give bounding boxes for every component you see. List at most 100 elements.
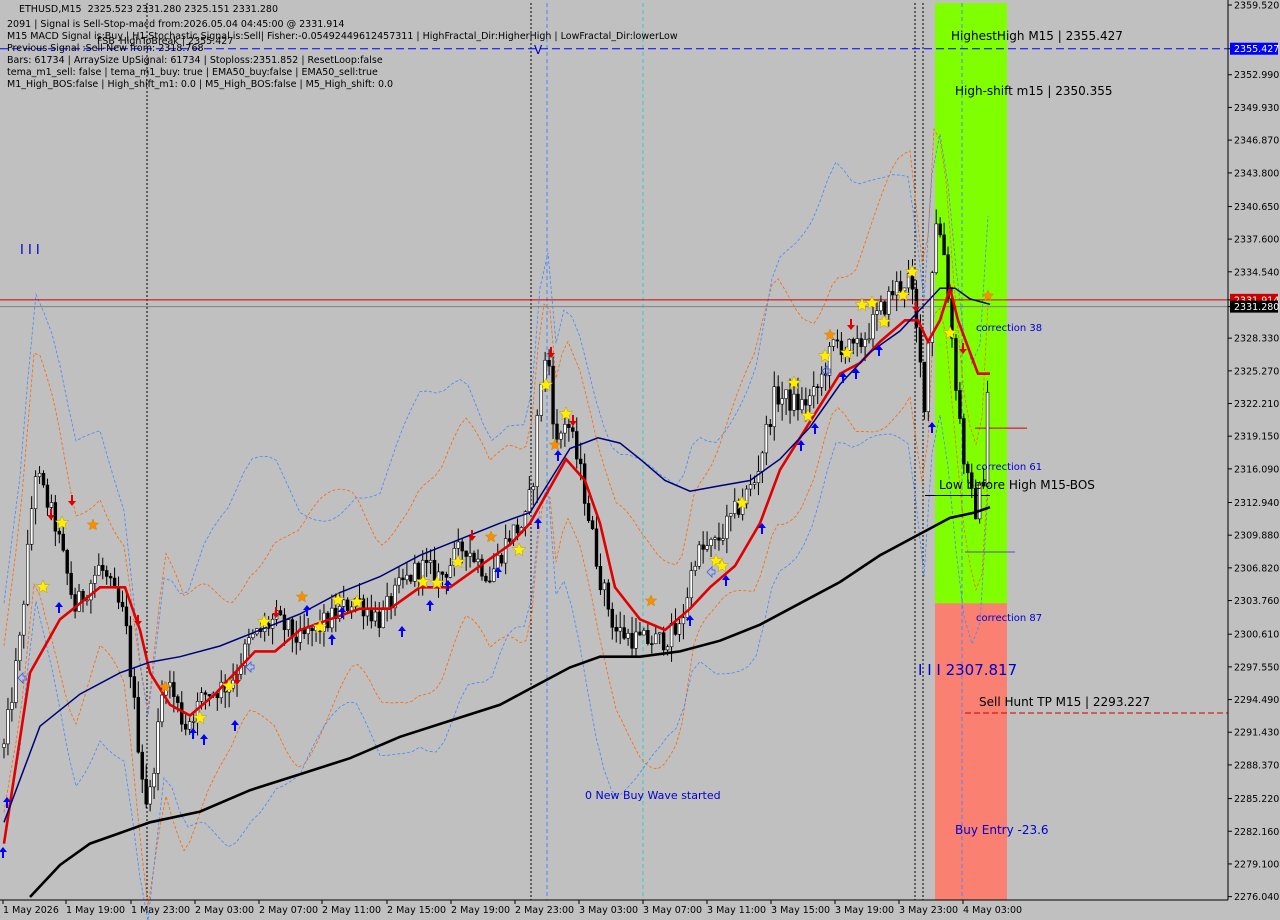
y-tick-label: 2343.800	[1234, 168, 1279, 179]
x-tick-label: 2 May 03:00	[195, 905, 254, 916]
v-mark: V	[534, 43, 543, 57]
candle-body	[871, 314, 875, 340]
candle-body	[480, 558, 484, 577]
candle-body	[598, 566, 603, 591]
x-tick-label: 4 May 03:00	[963, 905, 1022, 916]
candle-body	[373, 611, 377, 622]
correction-38-label: correction 38	[976, 323, 1042, 334]
candle-body	[472, 552, 476, 563]
mid-level-label: I I I 2307.817	[918, 661, 1017, 679]
candle-body	[492, 568, 496, 582]
x-tick-label: 3 May 07:00	[643, 905, 702, 916]
candle-body	[559, 432, 563, 440]
candle-body	[515, 524, 520, 534]
candle-body	[800, 399, 804, 411]
candle-body	[891, 291, 895, 296]
candle-body	[405, 574, 409, 581]
sell-hunt-label: Sell Hunt TP M15 | 2293.227	[979, 695, 1150, 709]
x-tick-label: 3 May 11:00	[707, 905, 766, 916]
y-tick-label: 2340.650	[1234, 202, 1279, 213]
candle-body	[547, 359, 551, 367]
candle-body	[488, 580, 492, 583]
x-tick-label: 2 May 11:00	[322, 905, 381, 916]
info-line-4: Bars: 61734 | ArraySize UpSignal: 61734 …	[7, 55, 383, 66]
x-tick-label: 1 May 23:00	[131, 905, 190, 916]
candle-body	[377, 611, 381, 628]
candle-body	[938, 223, 942, 236]
candle-body	[247, 637, 251, 645]
candle-body	[61, 533, 65, 551]
candle-body	[926, 342, 931, 412]
y-tick-label: 2303.760	[1234, 596, 1279, 607]
candle-body	[124, 606, 129, 627]
candle-body	[341, 599, 346, 607]
candle-body	[25, 543, 30, 605]
candle-body	[812, 386, 816, 397]
candle-body	[440, 571, 445, 575]
info-line-1: 2091 | Signal is Sell-Stop-macd from:202…	[7, 19, 345, 30]
candle-body	[89, 583, 93, 601]
red-zone	[935, 603, 1007, 900]
symbol-ohlc-line: ETHUSD,M15 2325.523 2331.280 2325.151 23…	[7, 4, 278, 15]
candle-body	[602, 582, 607, 591]
candle-body	[693, 565, 697, 571]
y-tick-label: 2282.160	[1234, 827, 1279, 838]
candle-body	[942, 234, 946, 256]
candle-body	[954, 338, 958, 391]
candle-body	[503, 538, 508, 564]
candle-body	[654, 633, 658, 645]
candle-body	[33, 476, 38, 509]
candle-body	[642, 630, 646, 636]
candle-body	[567, 423, 571, 428]
y-tick-label: 2316.090	[1234, 464, 1279, 475]
candle-body	[397, 577, 401, 586]
candle-body	[879, 301, 883, 312]
y-tick-label: 2359.520	[1234, 1, 1279, 12]
candle-body	[657, 632, 662, 635]
candle-body	[863, 339, 867, 347]
candle-body	[184, 723, 188, 730]
y-tick-label: 2294.490	[1234, 695, 1279, 706]
candle-body	[424, 559, 429, 563]
candle-body	[294, 636, 298, 643]
highest-high-label: HighestHigh M15 | 2355.427	[951, 29, 1123, 43]
candle-body	[752, 482, 757, 485]
info-line-3: Previous Signal :Sell-New from: 2318.768	[7, 43, 204, 54]
x-tick-label: 3 May 03:00	[579, 905, 638, 916]
candle-body	[251, 633, 255, 639]
candle-body	[152, 773, 156, 788]
candle-body	[784, 389, 788, 399]
candle-body	[922, 361, 927, 412]
candle-body	[634, 631, 638, 649]
candle-body	[764, 424, 769, 454]
y-tick-label: 2300.610	[1234, 630, 1279, 641]
candle-body	[760, 452, 765, 472]
candle-body	[401, 577, 405, 581]
candle-body	[45, 484, 50, 508]
candle-body	[689, 570, 694, 599]
info-line-6: M1_High_BOS:false | High_shift_m1: 0.0 |…	[7, 79, 394, 90]
y-tick-label: 2334.540	[1234, 267, 1279, 278]
candle-body	[456, 541, 460, 549]
price-chart[interactable]: HighestHigh M15 | 2355.427 High-shift m1…	[0, 0, 1280, 920]
candle-body	[586, 503, 591, 521]
candle-body	[180, 702, 184, 725]
candle-body	[409, 574, 413, 582]
candle-body	[278, 610, 283, 616]
candle-body	[661, 632, 666, 651]
candle-body	[962, 418, 966, 465]
candle-body	[725, 515, 729, 539]
x-tick-label: 1 May 19:00	[66, 905, 125, 916]
candle-body	[748, 484, 753, 490]
candle-body	[203, 692, 208, 695]
candle-body	[464, 550, 468, 557]
candle-body	[369, 608, 374, 622]
candle-body	[618, 627, 622, 632]
candle-body	[685, 597, 690, 618]
candle-body	[306, 627, 310, 635]
y-tick-label: 2328.330	[1234, 334, 1279, 345]
candle-body	[2, 743, 6, 748]
candle-body	[563, 423, 567, 434]
candle-body	[622, 627, 626, 639]
buy-wave-label: 0 New Buy Wave started	[585, 789, 721, 802]
